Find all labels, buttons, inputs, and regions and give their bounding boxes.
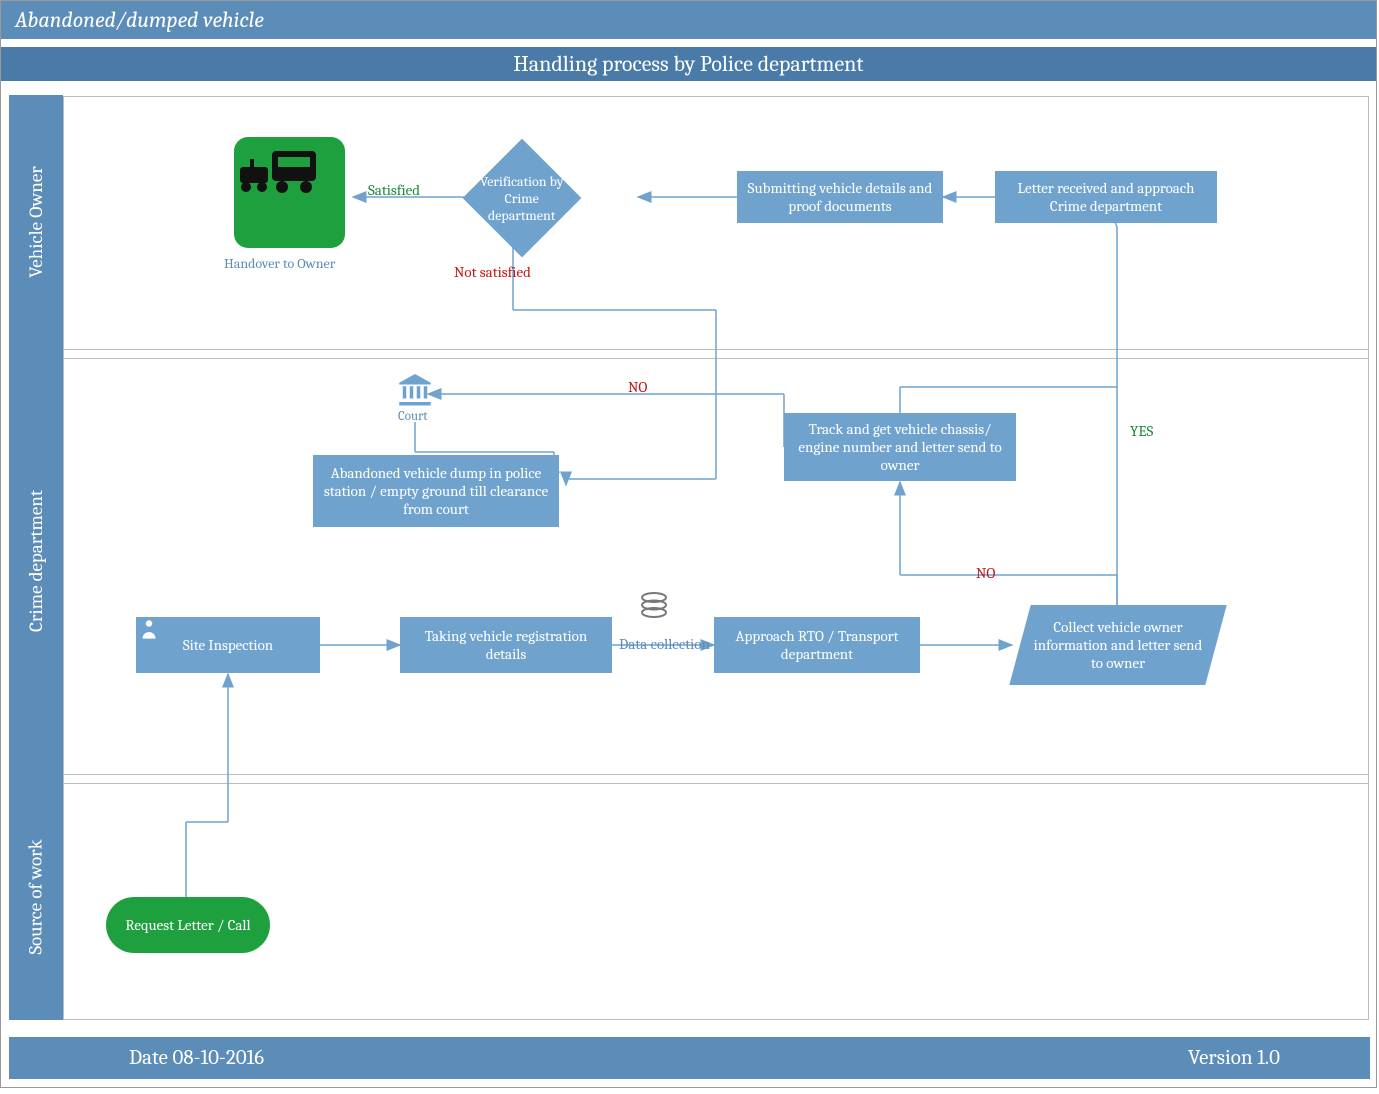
label-yes: YES xyxy=(1130,422,1153,440)
lane-divider xyxy=(64,358,1368,359)
lane-divider xyxy=(64,774,1368,775)
lane-divider xyxy=(64,349,1368,350)
start-request: Request Letter / Call xyxy=(106,897,270,953)
box-registration-details: Taking vehicle registration details xyxy=(400,617,612,673)
label-data-collection: Data collection xyxy=(619,635,710,653)
box-letter-received: Letter received and approach Crime depar… xyxy=(995,171,1217,223)
diagram-canvas: Request Letter / Call Site Inspection Ta… xyxy=(63,96,1369,1020)
box-submit-docs: Submitting vehicle details and proof doc… xyxy=(737,171,943,223)
stack-icon xyxy=(636,587,672,623)
diagram-subtitle: Handling process by Police department xyxy=(1,47,1376,81)
label-satisfied: Satisfied xyxy=(368,181,420,199)
label-court: Court xyxy=(398,409,427,424)
label-handover: Handover to Owner xyxy=(224,255,335,272)
footer-bar: Date 08-10-2016 Version 1.0 xyxy=(9,1037,1370,1079)
diagram-frame: Abandoned/dumped vehicle Handling proces… xyxy=(0,0,1377,1088)
person-icon xyxy=(136,617,162,643)
box-site-inspection: Site Inspection xyxy=(136,617,320,673)
label-no-1: NO xyxy=(628,378,647,396)
label-not-satisfied: Not satisfied xyxy=(454,263,531,281)
court-icon xyxy=(394,367,436,409)
box-approach-rto: Approach RTO / Transport department xyxy=(714,617,920,673)
lane-divider xyxy=(64,783,1368,784)
lane-crime-department: Crime department xyxy=(9,348,63,773)
handover-icon xyxy=(234,137,345,248)
footer-version: Version 1.0 xyxy=(1188,1046,1280,1070)
box-collect-owner-info: Collect vehicle owner information and le… xyxy=(1009,605,1226,685)
decision-verification: Verification by Crime department xyxy=(463,139,582,258)
box-abandoned-dump: Abandoned vehicle dump in police station… xyxy=(313,455,559,527)
label-no-2: NO xyxy=(976,564,995,582)
diagram-title: Abandoned/dumped vehicle xyxy=(1,1,1376,39)
lane-vehicle-owner: Vehicle Owner xyxy=(9,95,63,348)
footer-date: Date 08-10-2016 xyxy=(129,1046,264,1070)
box-track-chassis: Track and get vehicle chassis/ engine nu… xyxy=(784,413,1016,481)
lane-source-of-work: Source of work xyxy=(9,773,63,1020)
